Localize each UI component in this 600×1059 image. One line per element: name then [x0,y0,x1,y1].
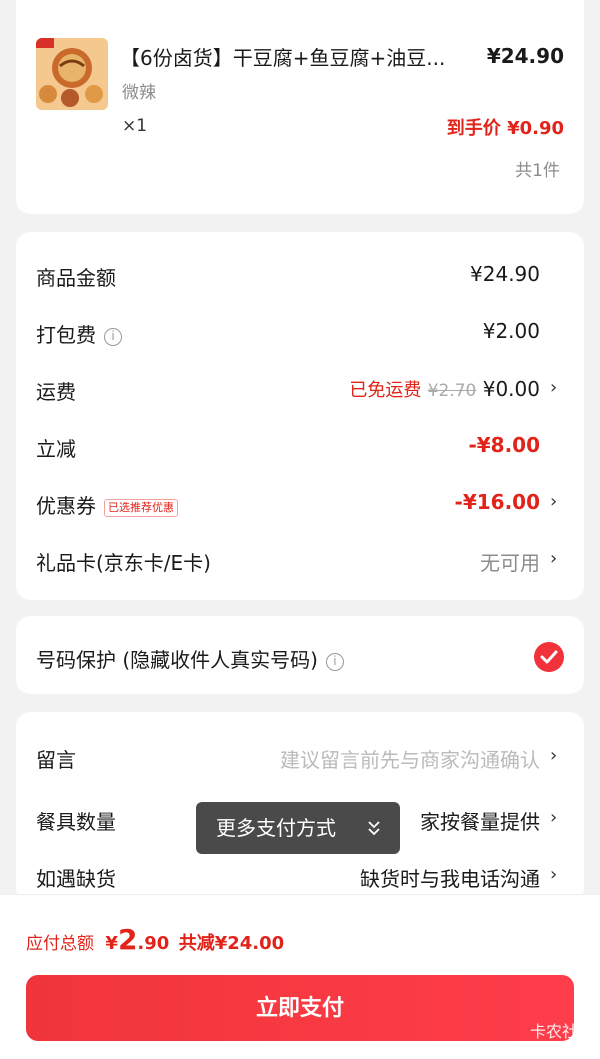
chevron-right-icon[interactable]: › [550,746,562,766]
info-icon[interactable]: i [104,327,122,346]
discount-label: 立减 [36,437,76,461]
chevron-right-icon[interactable]: › [550,808,562,828]
coupon-label: 优惠券 [36,494,96,518]
item-count: 共1件 [515,161,560,181]
product-card: 【6份卤货】干豆腐+鱼豆腐+油豆... ¥24.90 微辣 ×1 到手价 ¥0.… [16,0,584,214]
chevron-right-icon[interactable]: › [550,492,562,512]
product-thumbnail[interactable] [36,38,108,110]
bottom-bar: 应付总额 ¥2.90 共减¥24.00 立即支付 [0,894,600,1059]
outofstock-label: 如遇缺货 [36,867,116,891]
packing-fee-label: 打包费 [36,323,96,347]
check-icon[interactable] [534,642,564,672]
discount-value: -¥8.00 [468,433,540,457]
total-saved: 共减¥24.00 [178,933,285,954]
watermark: 卡农社区 [529,1022,594,1041]
product-quantity: ×1 [122,116,148,136]
product-title[interactable]: 【6份卤货】干豆腐+鱼豆腐+油豆... [120,42,480,71]
packing-fee-value: ¥2.00 [482,319,540,343]
double-chevron-down-icon [366,802,382,875]
giftcard-row[interactable]: 礼品卡(京东卡/E卡) 无可用 › [36,539,562,579]
shipping-label: 运费 [36,380,76,404]
goods-amount-label: 商品金额 [36,266,116,290]
privacy-label: 号码保护 (隐藏收件人真实号码) [36,648,318,672]
shipping-row[interactable]: 运费 已免运费 ¥2.70 ¥0.00 › [36,368,562,408]
discount-row: 立减 -¥8.00 [36,425,562,465]
total-line: 应付总额 ¥2.90 共减¥24.00 [26,923,284,956]
total-currency: ¥ [105,933,118,954]
message-label: 留言 [36,748,76,772]
coupon-row[interactable]: 优惠券 已选推荐优惠 -¥16.00 › [36,482,562,522]
product-final-price: 到手价 ¥0.90 [446,118,564,139]
message-row[interactable]: 留言 建议留言前先与商家沟通确认 › [36,736,562,776]
chevron-right-icon[interactable]: › [550,378,562,398]
goods-amount-row: 商品金额 ¥24.90 [36,254,562,294]
shipping-value: ¥0.00 [482,377,540,401]
fees-card: 商品金额 ¥24.90 打包费 i ¥2.00 运费 已免运费 ¥2.70 ¥0.… [16,232,584,600]
outofstock-value: 缺货时与我电话沟通 [360,867,540,891]
outofstock-row[interactable]: 如遇缺货 缺货时与我电话沟通 › [36,855,562,895]
pay-now-button[interactable]: 立即支付 [26,975,574,1041]
coupon-tag: 已选推荐优惠 [104,498,178,517]
packing-fee-row: 打包费 i ¥2.00 [36,311,562,351]
privacy-row: 号码保护 (隐藏收件人真实号码) i [36,636,562,676]
privacy-card: 号码保护 (隐藏收件人真实号码) i [16,616,584,694]
shipping-status: 已免运费 [349,380,422,401]
giftcard-value: 无可用 [480,551,540,575]
coupon-value: -¥16.00 [454,490,540,514]
giftcard-label: 礼品卡(京东卡/E卡) [36,551,211,575]
chevron-right-icon[interactable]: › [550,865,562,885]
message-placeholder[interactable]: 建议留言前先与商家沟通确认 [280,744,540,773]
utensils-value: 家按餐量提供 [420,810,540,834]
chevron-right-icon[interactable]: › [550,549,562,569]
total-label: 应付总额 [26,934,94,954]
total-decimal: .90 [137,933,170,954]
product-variant: 微辣 [122,83,156,103]
info-icon[interactable]: i [325,652,344,671]
goods-amount-value: ¥24.90 [470,262,540,286]
more-payment-methods-popup[interactable]: 更多支付方式 [196,802,400,854]
shipping-original: ¥2.70 [427,381,477,401]
product-price: ¥24.90 [486,44,564,68]
more-payment-methods-label: 更多支付方式 [216,816,336,840]
utensils-label: 餐具数量 [36,810,116,834]
total-int: 2 [117,923,138,956]
